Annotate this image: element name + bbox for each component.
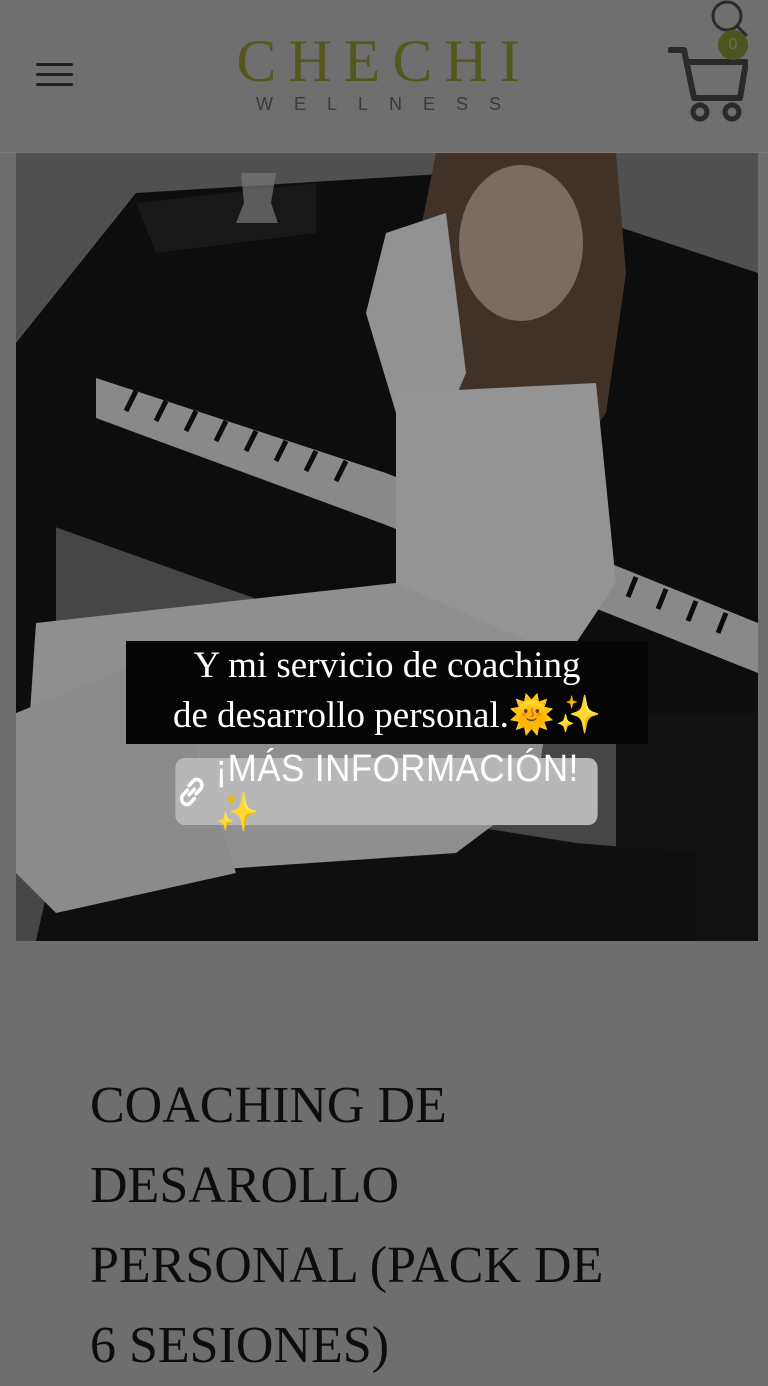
product-title: COACHING DE DESAROLLO PERSONAL (PACK DE … xyxy=(90,1077,604,1374)
caption-line-1: Y mi servicio de coaching xyxy=(193,645,581,686)
logo-tagline: WELLNESS xyxy=(255,94,523,114)
more-info-label: ¡MÁS INFORMACIÓN!✨ xyxy=(215,748,579,834)
site-logo[interactable]: CHECHI WELLNESS xyxy=(234,30,534,115)
more-info-link-button[interactable]: ¡MÁS INFORMACIÓN!✨ xyxy=(175,748,598,834)
logo-brand: CHECHI xyxy=(236,28,532,94)
site-header: CHECHI WELLNESS 0 xyxy=(0,0,768,153)
hamburger-menu-icon[interactable] xyxy=(36,60,74,90)
product-page: CHECHI WELLNESS 0 Y mi servicio de coach… xyxy=(0,0,768,1382)
link-icon xyxy=(179,777,204,806)
cart-count-badge: 0 xyxy=(718,30,748,60)
caption-line-2: de desarrollo personal.🌞✨ xyxy=(172,695,602,736)
story-caption: Y mi servicio de coaching de desarrollo … xyxy=(126,641,648,744)
